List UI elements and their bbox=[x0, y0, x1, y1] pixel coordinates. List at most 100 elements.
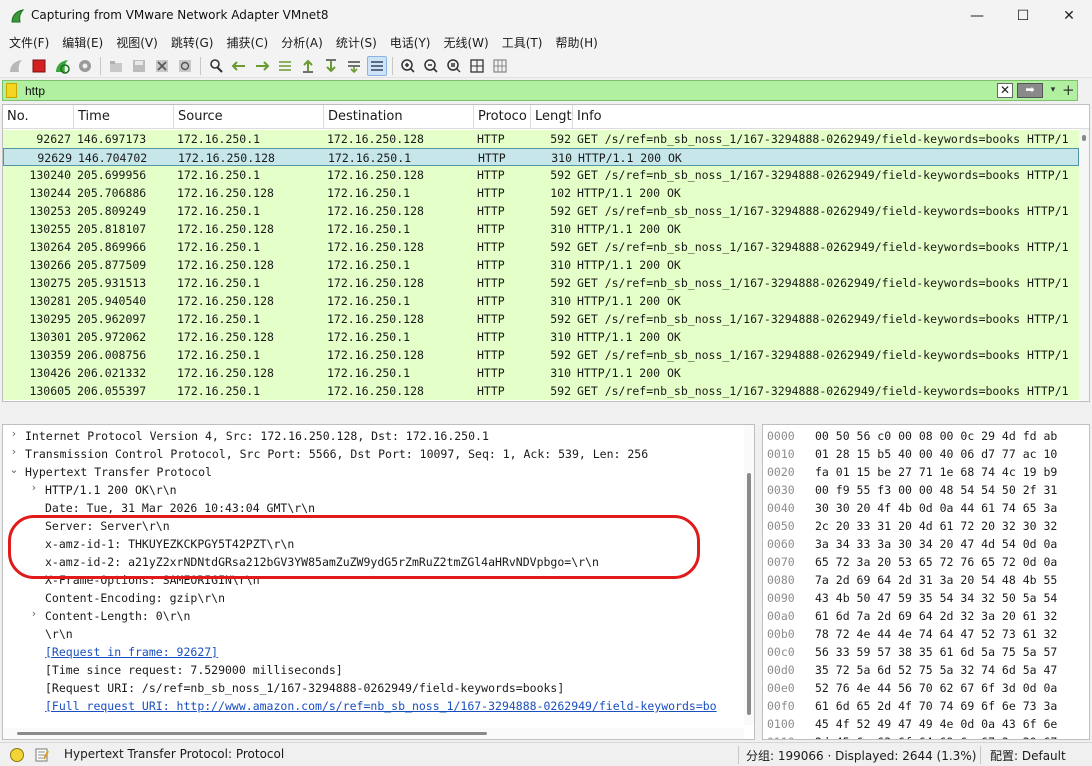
detail-field[interactable]: [Time since request: 7.529000 millisecon… bbox=[45, 661, 343, 679]
menu-statistics[interactable]: 统计(S) bbox=[331, 33, 382, 53]
details-horizontal-scrollbar[interactable] bbox=[3, 728, 744, 739]
hex-row[interactable]: 0000 00 50 56 c0 00 08 00 0c 29 4d fd ab bbox=[767, 427, 1057, 445]
hex-row[interactable]: 00b0 78 72 4e 44 4e 74 64 47 52 73 61 32 bbox=[767, 625, 1057, 643]
detail-field[interactable]: Transmission Control Protocol, Src Port:… bbox=[25, 445, 648, 463]
packet-row[interactable]: 130255 205.818107 172.16.250.128 172.16.250… bbox=[3, 220, 1079, 238]
expert-info-icon[interactable] bbox=[10, 748, 24, 762]
grid-layout-icon[interactable] bbox=[490, 56, 510, 76]
expand-arrow-icon[interactable]: › bbox=[29, 607, 39, 625]
packet-row[interactable]: 130266 205.877509 172.16.250.128 172.16.250… bbox=[3, 256, 1079, 274]
minimize-button[interactable]: — bbox=[954, 0, 1000, 32]
zoom-in-icon[interactable] bbox=[398, 56, 418, 76]
find-packet-icon[interactable] bbox=[206, 56, 226, 76]
hex-row[interactable]: 00c0 56 33 59 57 38 35 61 6d 5a 75 5a 57 bbox=[767, 643, 1057, 661]
menu-edit[interactable]: 编辑(E) bbox=[57, 33, 108, 53]
column-length[interactable]: Length bbox=[531, 105, 573, 129]
detail-field[interactable]: x-amz-id-2: a21yZ2xrNDNtdGRsa212bGV3YW85… bbox=[45, 553, 599, 571]
hex-row[interactable]: 0100 45 4f 52 49 47 49 4e 0d 0a 43 6f 6e bbox=[767, 715, 1057, 733]
menu-telephony[interactable]: 电话(Y) bbox=[385, 33, 436, 53]
column-info[interactable]: Info bbox=[573, 105, 1089, 129]
hex-row[interactable]: 0090 43 4b 50 47 59 35 54 34 32 50 5a 54 bbox=[767, 589, 1057, 607]
menu-view[interactable]: 视图(V) bbox=[111, 33, 163, 53]
packet-row[interactable]: 130605 206.055397 172.16.250.1 172.16.250.1… bbox=[3, 382, 1079, 400]
clear-filter-button[interactable]: ✕ bbox=[997, 83, 1013, 98]
collapse-arrow-icon[interactable]: ⌄ bbox=[9, 463, 19, 481]
packet-row[interactable]: 130264 205.869966 172.16.250.1 172.16.250.1… bbox=[3, 238, 1079, 256]
detail-field[interactable]: Internet Protocol Version 4, Src: 172.16… bbox=[25, 427, 489, 445]
menu-go[interactable]: 跳转(G) bbox=[166, 33, 219, 53]
hex-row[interactable]: 00f0 61 6d 65 2d 4f 70 74 69 6f 6e 73 3a bbox=[767, 697, 1057, 715]
hex-row[interactable]: 0080 7a 2d 69 64 2d 31 3a 20 54 48 4b 55 bbox=[767, 571, 1057, 589]
add-filter-button[interactable]: + bbox=[1062, 82, 1075, 98]
hex-row[interactable]: 0020 fa 01 15 be 27 71 1e 68 74 4c 19 b9 bbox=[767, 463, 1057, 481]
detail-field[interactable]: Server: Server\r\n bbox=[45, 517, 170, 535]
detail-field[interactable]: [Request URI: /s/ref=nb_sb_noss_1/167-32… bbox=[45, 679, 564, 697]
expand-arrow-icon[interactable]: › bbox=[9, 445, 19, 463]
go-forward-icon[interactable] bbox=[252, 56, 272, 76]
hex-row[interactable]: 00e0 52 76 4e 44 56 70 62 67 6f 3d 0d 0a bbox=[767, 679, 1057, 697]
expand-arrow-icon[interactable]: › bbox=[9, 427, 19, 445]
packet-list-scrollbar[interactable] bbox=[1079, 129, 1089, 401]
column-source[interactable]: Source bbox=[174, 105, 324, 129]
detail-field[interactable]: Date: Tue, 31 Mar 2026 10:43:04 GMT\r\n bbox=[45, 499, 315, 517]
hex-row[interactable]: 00a0 61 6d 7a 2d 69 64 2d 32 3a 20 61 32 bbox=[767, 607, 1057, 625]
menu-capture[interactable]: 捕获(C) bbox=[221, 33, 273, 53]
filter-bookmark-icon[interactable] bbox=[6, 83, 17, 98]
maximize-button[interactable]: ☐ bbox=[1000, 0, 1046, 32]
scrollbar-thumb[interactable] bbox=[747, 473, 751, 715]
hex-row[interactable]: 0010 01 28 15 b5 40 00 40 06 d7 77 ac 10 bbox=[767, 445, 1057, 463]
detail-link[interactable]: [Full request URI: http://www.amazon.com… bbox=[45, 697, 717, 715]
scrollbar-thumb[interactable] bbox=[1082, 135, 1086, 141]
menu-file[interactable]: 文件(F) bbox=[4, 33, 54, 53]
hex-row[interactable]: 01102d 45 6e 63 6f 64 69 6e 67 3a 20 67 bbox=[767, 733, 1057, 739]
packet-row[interactable]: 92627 146.697173 172.16.250.1 172.16.250.12… bbox=[3, 130, 1079, 148]
hex-row[interactable]: 00d0 35 72 5a 6d 52 75 5a 32 74 6d 5a 47 bbox=[767, 661, 1057, 679]
stop-capture-icon[interactable] bbox=[29, 56, 49, 76]
hex-row[interactable]: 0030 00 f9 55 f3 00 00 48 54 54 50 2f 31 bbox=[767, 481, 1057, 499]
detail-field[interactable]: X-Frame-Options: SAMEORIGIN\r\n bbox=[45, 571, 260, 589]
apply-filter-button[interactable]: ➡ bbox=[1017, 83, 1043, 98]
detail-field[interactable]: \r\n bbox=[45, 625, 73, 643]
detail-field[interactable]: Content-Length: 0\r\n bbox=[45, 607, 190, 625]
packet-row[interactable]: 130240 205.699956 172.16.250.1 172.16.250.1… bbox=[3, 166, 1079, 184]
column-time[interactable]: Time bbox=[74, 105, 174, 129]
packet-row[interactable]: 130426 206.021332 172.16.250.128 172.16.250… bbox=[3, 364, 1079, 382]
packet-row[interactable]: 130253 205.809249 172.16.250.1 172.16.250.1… bbox=[3, 202, 1079, 220]
detail-field[interactable]: Content-Encoding: gzip\r\n bbox=[45, 589, 225, 607]
menu-analyze[interactable]: 分析(A) bbox=[276, 33, 328, 53]
resize-columns-icon[interactable] bbox=[467, 56, 487, 76]
column-destination[interactable]: Destination bbox=[324, 105, 474, 129]
packet-row[interactable]: 130244 205.706886 172.16.250.128 172.16.250… bbox=[3, 184, 1079, 202]
detail-field[interactable]: HTTP/1.1 200 OK\r\n bbox=[45, 481, 177, 499]
first-packet-icon[interactable] bbox=[298, 56, 318, 76]
close-file-icon[interactable] bbox=[152, 56, 172, 76]
column-protocol[interactable]: Protoco bbox=[474, 105, 531, 129]
detail-link[interactable]: [Request in frame: 92627] bbox=[45, 643, 218, 661]
filter-history-dropdown[interactable]: ▾ bbox=[1047, 83, 1059, 98]
colorize-icon[interactable] bbox=[367, 55, 387, 76]
hex-row[interactable]: 0050 2c 20 33 31 20 4d 61 72 20 32 30 32 bbox=[767, 517, 1057, 535]
display-filter-input[interactable] bbox=[25, 83, 985, 99]
packet-row[interactable]: 130295 205.962097 172.16.250.1 172.16.250.1… bbox=[3, 310, 1079, 328]
menu-tools[interactable]: 工具(T) bbox=[497, 33, 548, 53]
menu-wireless[interactable]: 无线(W) bbox=[439, 33, 494, 53]
hex-row[interactable]: 0060 3a 34 33 3a 30 34 20 47 4d 54 0d 0a bbox=[767, 535, 1057, 553]
close-button[interactable]: ✕ bbox=[1046, 0, 1092, 32]
go-to-packet-icon[interactable] bbox=[275, 56, 295, 76]
go-back-icon[interactable] bbox=[229, 56, 249, 76]
column-no[interactable]: No. bbox=[3, 105, 74, 129]
normal-size-icon[interactable] bbox=[444, 56, 464, 76]
detail-field[interactable]: Hypertext Transfer Protocol bbox=[25, 463, 212, 481]
zoom-out-icon[interactable] bbox=[421, 56, 441, 76]
open-file-icon[interactable] bbox=[106, 56, 126, 76]
save-file-icon[interactable] bbox=[129, 56, 149, 76]
restart-capture-icon[interactable] bbox=[52, 56, 72, 76]
last-packet-icon[interactable] bbox=[321, 56, 341, 76]
packet-row[interactable]: 130281 205.940540 172.16.250.128 172.16.250… bbox=[3, 292, 1079, 310]
packet-row[interactable]: 130275 205.931513 172.16.250.1 172.16.250.1… bbox=[3, 274, 1079, 292]
capture-options-icon[interactable] bbox=[75, 56, 95, 76]
shark-fin-start-icon[interactable] bbox=[6, 56, 26, 76]
packet-row[interactable]: 130301 205.972062 172.16.250.128 172.16.250… bbox=[3, 328, 1079, 346]
menu-help[interactable]: 帮助(H) bbox=[550, 33, 602, 53]
expand-arrow-icon[interactable]: › bbox=[29, 481, 39, 499]
